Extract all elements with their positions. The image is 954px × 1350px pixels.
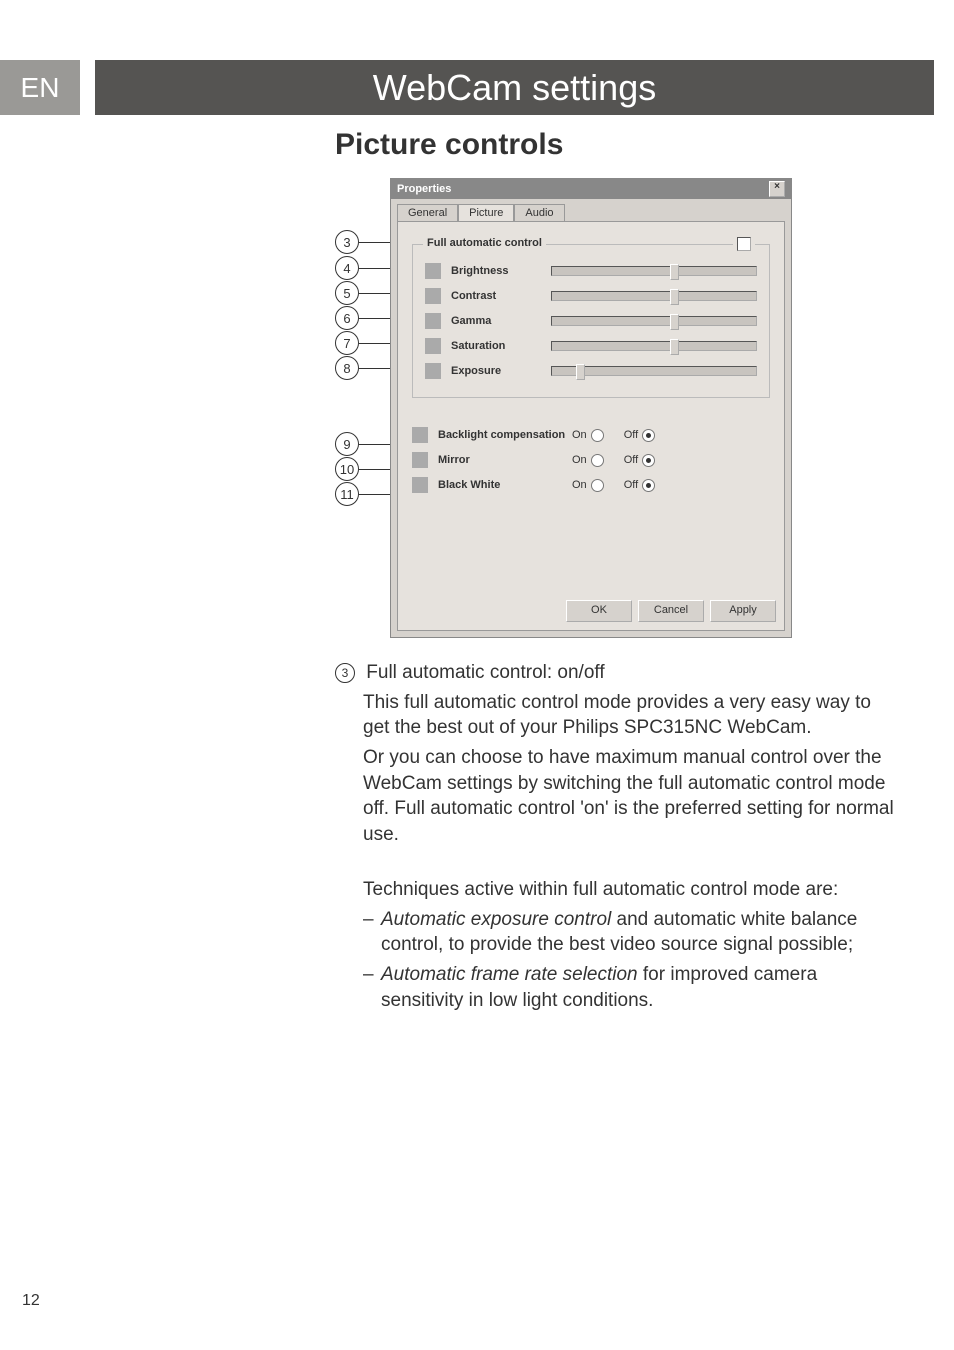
- slider-icon: [425, 363, 441, 379]
- slider-thumb[interactable]: [576, 364, 585, 380]
- radio-label: Backlight compensation: [438, 429, 572, 441]
- callout-number: 5: [335, 281, 359, 305]
- radio-group: Backlight compensationOnOffMirrorOnOffBl…: [412, 426, 770, 494]
- body-b1-em: Automatic exposure control: [381, 909, 611, 930]
- radio-off[interactable]: [642, 479, 655, 492]
- radio-icon: [412, 427, 428, 443]
- dialog-title: Properties: [397, 183, 451, 195]
- radio-row-backlight-compensation: Backlight compensationOn Off: [412, 426, 770, 444]
- slider-row-exposure: Exposure: [425, 362, 757, 380]
- radio-on-label: On: [572, 479, 587, 491]
- section-title: Picture controls: [335, 128, 563, 162]
- cancel-button[interactable]: Cancel: [638, 600, 704, 622]
- slider-row-brightness: Brightness: [425, 262, 757, 280]
- tab-strip: GeneralPictureAudio: [391, 199, 791, 221]
- body-p2: Techniques active within full automatic …: [335, 877, 894, 903]
- radio-icon: [412, 477, 428, 493]
- slider-icon: [425, 338, 441, 354]
- radio-off[interactable]: [642, 429, 655, 442]
- slider-label: Exposure: [451, 365, 551, 377]
- tab-picture[interactable]: Picture: [458, 204, 514, 222]
- radio-set: On Off: [572, 454, 655, 467]
- body-marker: 3: [335, 663, 355, 683]
- radio-on-label: On: [572, 429, 587, 441]
- ok-button[interactable]: OK: [566, 600, 632, 622]
- radio-set: On Off: [572, 429, 655, 442]
- slider-label: Contrast: [451, 290, 551, 302]
- tab-general[interactable]: General: [397, 204, 458, 222]
- callout-number: 9: [335, 432, 359, 456]
- body-text: 3 Full automatic control: on/off This fu…: [335, 660, 894, 1017]
- callout-number: 6: [335, 306, 359, 330]
- callout-number: 3: [335, 230, 359, 254]
- apply-button[interactable]: Apply: [710, 600, 776, 622]
- body-bullet-2: Automatic frame rate selection for impro…: [335, 962, 894, 1013]
- tab-panel: Full automatic control Brightness Contras…: [397, 221, 785, 631]
- slider-row-gamma: Gamma: [425, 312, 757, 330]
- radio-off[interactable]: [642, 454, 655, 467]
- radio-off-label: Off: [624, 479, 638, 491]
- radio-row-mirror: MirrorOn Off: [412, 451, 770, 469]
- page-number: 12: [22, 1292, 40, 1310]
- body-p1a: This full automatic control mode provide…: [335, 690, 894, 741]
- slider-track[interactable]: [551, 341, 757, 351]
- dialog-titlebar: Properties ×: [391, 179, 791, 199]
- radio-icon: [412, 452, 428, 468]
- slider-thumb[interactable]: [670, 339, 679, 355]
- body-p1b: Or you can choose to have maximum manual…: [335, 745, 894, 848]
- radio-on[interactable]: [591, 479, 604, 492]
- slider-thumb[interactable]: [670, 264, 679, 280]
- slider-label: Gamma: [451, 315, 551, 327]
- slider-icon: [425, 313, 441, 329]
- properties-dialog: Properties × GeneralPictureAudio Full au…: [390, 178, 792, 638]
- slider-row-saturation: Saturation: [425, 337, 757, 355]
- dialog-buttons: OK Cancel Apply: [566, 600, 776, 622]
- callout-number: 4: [335, 256, 359, 280]
- radio-on-label: On: [572, 454, 587, 466]
- group-auto-control: Full automatic control BrightnessContras…: [412, 244, 770, 398]
- slider-track[interactable]: [551, 266, 757, 276]
- slider-thumb[interactable]: [670, 314, 679, 330]
- callout-number: 10: [335, 457, 359, 481]
- page-title: WebCam settings: [95, 60, 934, 115]
- callout-number: 11: [335, 482, 359, 506]
- slider-label: Brightness: [451, 265, 551, 277]
- radio-set: On Off: [572, 479, 655, 492]
- close-icon[interactable]: ×: [769, 181, 785, 197]
- radio-off-label: Off: [624, 429, 638, 441]
- auto-control-checkbox[interactable]: [737, 237, 751, 251]
- group-title-auto: Full automatic control: [423, 237, 546, 249]
- slider-thumb[interactable]: [670, 289, 679, 305]
- body-b2-em: Automatic frame rate selection: [381, 964, 638, 985]
- slider-track[interactable]: [551, 316, 757, 326]
- callout-number: 7: [335, 331, 359, 355]
- radio-label: Black White: [438, 479, 572, 491]
- body-heading: Full automatic control: on/off: [366, 662, 604, 683]
- slider-icon: [425, 263, 441, 279]
- slider-track[interactable]: [551, 366, 757, 376]
- radio-label: Mirror: [438, 454, 572, 466]
- body-bullet-1: Automatic exposure control and automatic…: [335, 907, 894, 958]
- callout-number: 8: [335, 356, 359, 380]
- tab-audio[interactable]: Audio: [514, 204, 564, 222]
- slider-icon: [425, 288, 441, 304]
- slider-label: Saturation: [451, 340, 551, 352]
- auto-control-checkbox-wrap: [733, 237, 755, 251]
- radio-off-label: Off: [624, 454, 638, 466]
- slider-track[interactable]: [551, 291, 757, 301]
- slider-row-contrast: Contrast: [425, 287, 757, 305]
- language-tab: EN: [0, 60, 80, 115]
- radio-on[interactable]: [591, 454, 604, 467]
- radio-on[interactable]: [591, 429, 604, 442]
- radio-row-black-white: Black WhiteOn Off: [412, 476, 770, 494]
